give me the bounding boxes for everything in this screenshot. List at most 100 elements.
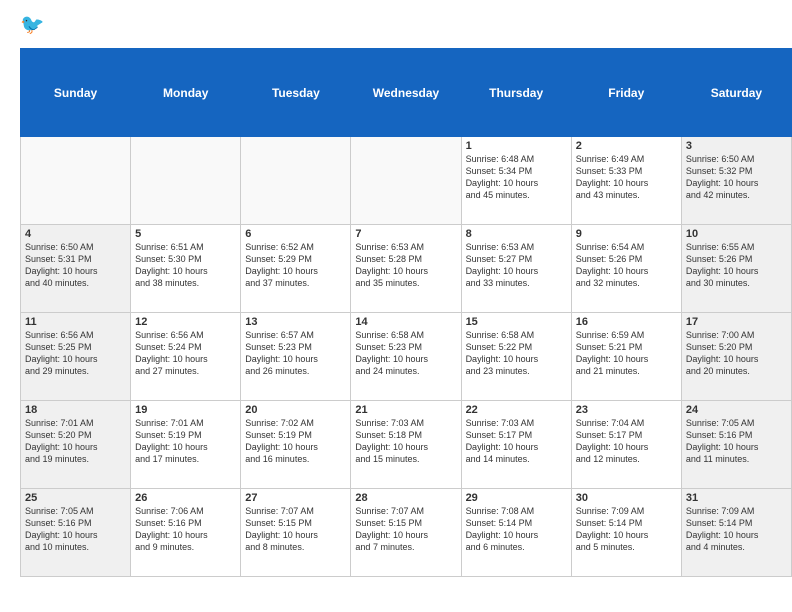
day-number: 11 [25, 316, 126, 328]
day-cell: 28Sunrise: 7:07 AM Sunset: 5:15 PM Dayli… [351, 489, 461, 577]
day-cell: 2Sunrise: 6:49 AM Sunset: 5:33 PM Daylig… [571, 137, 681, 225]
day-cell: 14Sunrise: 6:58 AM Sunset: 5:23 PM Dayli… [351, 313, 461, 401]
day-number: 5 [135, 228, 236, 240]
day-header-tuesday: Tuesday [241, 49, 351, 137]
day-number: 6 [245, 228, 346, 240]
day-info: Sunrise: 7:05 AM Sunset: 5:16 PM Dayligh… [25, 505, 126, 554]
day-info: Sunrise: 6:55 AM Sunset: 5:26 PM Dayligh… [686, 241, 787, 290]
day-number: 16 [576, 316, 677, 328]
day-cell: 27Sunrise: 7:07 AM Sunset: 5:15 PM Dayli… [241, 489, 351, 577]
day-number: 27 [245, 492, 346, 504]
day-info: Sunrise: 7:00 AM Sunset: 5:20 PM Dayligh… [686, 329, 787, 378]
day-info: Sunrise: 6:53 AM Sunset: 5:28 PM Dayligh… [355, 241, 456, 290]
day-number: 28 [355, 492, 456, 504]
calendar-week-5: 25Sunrise: 7:05 AM Sunset: 5:16 PM Dayli… [21, 489, 792, 577]
day-number: 12 [135, 316, 236, 328]
day-header-monday: Monday [131, 49, 241, 137]
day-cell: 10Sunrise: 6:55 AM Sunset: 5:26 PM Dayli… [681, 225, 791, 313]
day-number: 19 [135, 404, 236, 416]
day-cell: 1Sunrise: 6:48 AM Sunset: 5:34 PM Daylig… [461, 137, 571, 225]
day-header-wednesday: Wednesday [351, 49, 461, 137]
day-info: Sunrise: 7:09 AM Sunset: 5:14 PM Dayligh… [686, 505, 787, 554]
day-cell: 24Sunrise: 7:05 AM Sunset: 5:16 PM Dayli… [681, 401, 791, 489]
day-number: 17 [686, 316, 787, 328]
day-cell: 9Sunrise: 6:54 AM Sunset: 5:26 PM Daylig… [571, 225, 681, 313]
day-cell [241, 137, 351, 225]
day-number: 25 [25, 492, 126, 504]
day-cell: 8Sunrise: 6:53 AM Sunset: 5:27 PM Daylig… [461, 225, 571, 313]
day-cell: 11Sunrise: 6:56 AM Sunset: 5:25 PM Dayli… [21, 313, 131, 401]
day-cell: 12Sunrise: 6:56 AM Sunset: 5:24 PM Dayli… [131, 313, 241, 401]
day-info: Sunrise: 7:05 AM Sunset: 5:16 PM Dayligh… [686, 417, 787, 466]
day-header-thursday: Thursday [461, 49, 571, 137]
day-cell [351, 137, 461, 225]
day-number: 31 [686, 492, 787, 504]
day-number: 30 [576, 492, 677, 504]
calendar-week-1: 1Sunrise: 6:48 AM Sunset: 5:34 PM Daylig… [21, 137, 792, 225]
day-number: 26 [135, 492, 236, 504]
calendar-table: SundayMondayTuesdayWednesdayThursdayFrid… [20, 48, 792, 577]
day-number: 1 [466, 140, 567, 152]
day-number: 22 [466, 404, 567, 416]
day-number: 7 [355, 228, 456, 240]
calendar-week-3: 11Sunrise: 6:56 AM Sunset: 5:25 PM Dayli… [21, 313, 792, 401]
day-number: 21 [355, 404, 456, 416]
page-header: 🐦 [0, 0, 792, 48]
calendar-header-row: SundayMondayTuesdayWednesdayThursdayFrid… [21, 49, 792, 137]
day-cell: 5Sunrise: 6:51 AM Sunset: 5:30 PM Daylig… [131, 225, 241, 313]
day-cell: 30Sunrise: 7:09 AM Sunset: 5:14 PM Dayli… [571, 489, 681, 577]
day-number: 4 [25, 228, 126, 240]
day-cell: 4Sunrise: 6:50 AM Sunset: 5:31 PM Daylig… [21, 225, 131, 313]
calendar-week-2: 4Sunrise: 6:50 AM Sunset: 5:31 PM Daylig… [21, 225, 792, 313]
day-info: Sunrise: 6:58 AM Sunset: 5:22 PM Dayligh… [466, 329, 567, 378]
logo: 🐦 [20, 10, 52, 43]
day-number: 8 [466, 228, 567, 240]
day-number: 10 [686, 228, 787, 240]
day-number: 13 [245, 316, 346, 328]
day-info: Sunrise: 6:50 AM Sunset: 5:32 PM Dayligh… [686, 153, 787, 202]
day-header-sunday: Sunday [21, 49, 131, 137]
day-number: 24 [686, 404, 787, 416]
day-number: 18 [25, 404, 126, 416]
day-cell: 21Sunrise: 7:03 AM Sunset: 5:18 PM Dayli… [351, 401, 461, 489]
day-info: Sunrise: 6:53 AM Sunset: 5:27 PM Dayligh… [466, 241, 567, 290]
day-info: Sunrise: 6:50 AM Sunset: 5:31 PM Dayligh… [25, 241, 126, 290]
day-info: Sunrise: 6:56 AM Sunset: 5:24 PM Dayligh… [135, 329, 236, 378]
day-header-saturday: Saturday [681, 49, 791, 137]
day-info: Sunrise: 7:07 AM Sunset: 5:15 PM Dayligh… [245, 505, 346, 554]
day-info: Sunrise: 6:58 AM Sunset: 5:23 PM Dayligh… [355, 329, 456, 378]
day-info: Sunrise: 6:52 AM Sunset: 5:29 PM Dayligh… [245, 241, 346, 290]
day-header-friday: Friday [571, 49, 681, 137]
day-cell: 22Sunrise: 7:03 AM Sunset: 5:17 PM Dayli… [461, 401, 571, 489]
day-cell [131, 137, 241, 225]
day-info: Sunrise: 7:03 AM Sunset: 5:17 PM Dayligh… [466, 417, 567, 466]
day-number: 23 [576, 404, 677, 416]
day-info: Sunrise: 7:03 AM Sunset: 5:18 PM Dayligh… [355, 417, 456, 466]
day-number: 14 [355, 316, 456, 328]
day-number: 9 [576, 228, 677, 240]
day-cell: 26Sunrise: 7:06 AM Sunset: 5:16 PM Dayli… [131, 489, 241, 577]
day-cell: 23Sunrise: 7:04 AM Sunset: 5:17 PM Dayli… [571, 401, 681, 489]
day-info: Sunrise: 6:48 AM Sunset: 5:34 PM Dayligh… [466, 153, 567, 202]
day-cell: 16Sunrise: 6:59 AM Sunset: 5:21 PM Dayli… [571, 313, 681, 401]
day-info: Sunrise: 7:02 AM Sunset: 5:19 PM Dayligh… [245, 417, 346, 466]
day-number: 2 [576, 140, 677, 152]
day-info: Sunrise: 6:57 AM Sunset: 5:23 PM Dayligh… [245, 329, 346, 378]
day-info: Sunrise: 7:06 AM Sunset: 5:16 PM Dayligh… [135, 505, 236, 554]
day-cell: 15Sunrise: 6:58 AM Sunset: 5:22 PM Dayli… [461, 313, 571, 401]
day-cell: 18Sunrise: 7:01 AM Sunset: 5:20 PM Dayli… [21, 401, 131, 489]
day-info: Sunrise: 6:56 AM Sunset: 5:25 PM Dayligh… [25, 329, 126, 378]
svg-text:🐦: 🐦 [20, 14, 44, 36]
day-cell: 29Sunrise: 7:08 AM Sunset: 5:14 PM Dayli… [461, 489, 571, 577]
day-cell: 31Sunrise: 7:09 AM Sunset: 5:14 PM Dayli… [681, 489, 791, 577]
day-cell: 17Sunrise: 7:00 AM Sunset: 5:20 PM Dayli… [681, 313, 791, 401]
day-cell [21, 137, 131, 225]
day-number: 3 [686, 140, 787, 152]
day-number: 29 [466, 492, 567, 504]
day-number: 15 [466, 316, 567, 328]
day-cell: 20Sunrise: 7:02 AM Sunset: 5:19 PM Dayli… [241, 401, 351, 489]
day-info: Sunrise: 7:01 AM Sunset: 5:19 PM Dayligh… [135, 417, 236, 466]
day-cell: 19Sunrise: 7:01 AM Sunset: 5:19 PM Dayli… [131, 401, 241, 489]
day-info: Sunrise: 7:04 AM Sunset: 5:17 PM Dayligh… [576, 417, 677, 466]
day-cell: 6Sunrise: 6:52 AM Sunset: 5:29 PM Daylig… [241, 225, 351, 313]
